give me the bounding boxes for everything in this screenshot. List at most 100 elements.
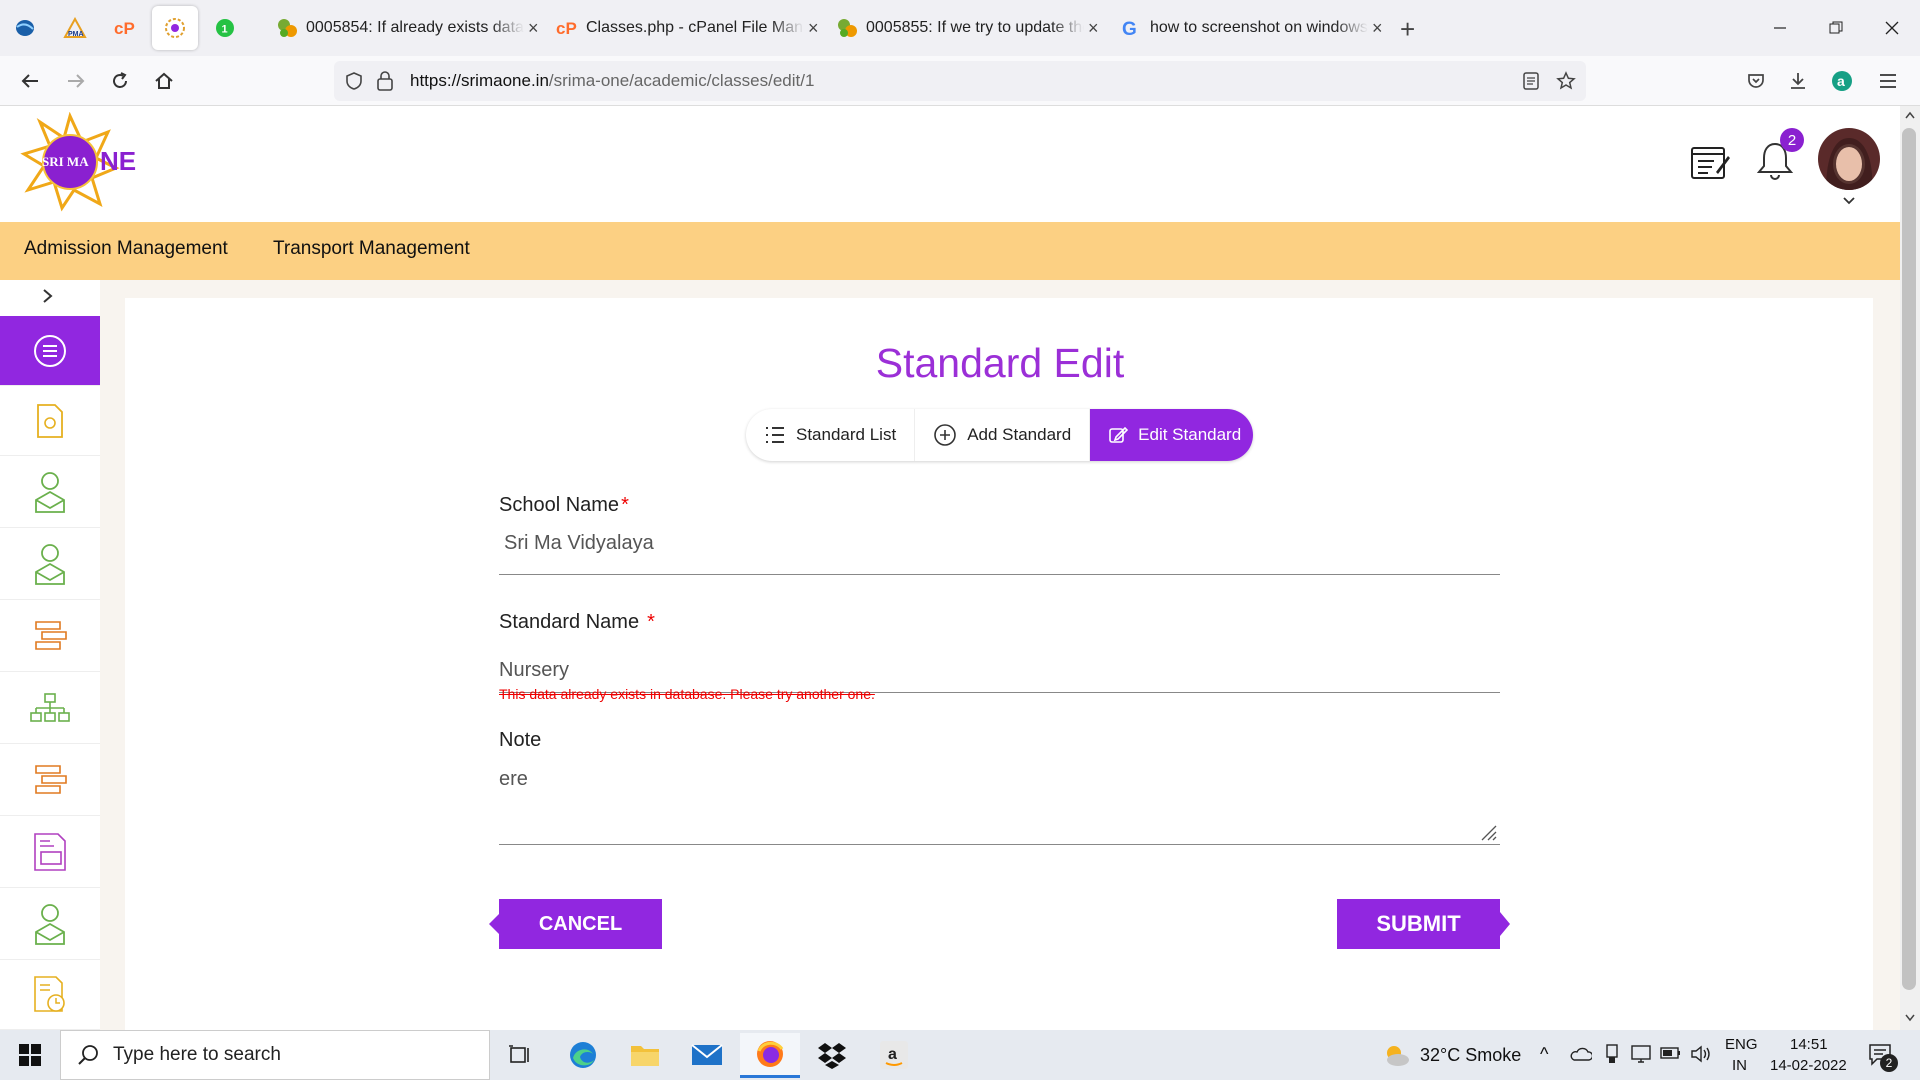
mail-icon[interactable]: [677, 1035, 737, 1075]
back-arrow-icon[interactable]: [14, 65, 46, 97]
firefox-icon[interactable]: [740, 1033, 800, 1078]
edge-icon[interactable]: [553, 1035, 613, 1075]
task-view-icon[interactable]: [490, 1035, 550, 1075]
pinned-tab-whatsapp[interactable]: 1: [202, 6, 248, 50]
pinned-tab-cpanel[interactable]: cP: [102, 6, 148, 50]
account-extension-icon[interactable]: a: [1826, 65, 1858, 97]
menu-transport-management[interactable]: Transport Management: [273, 238, 470, 260]
tab-label: Add Standard: [967, 425, 1072, 444]
school-name-field[interactable]: Sri Ma Vidyalaya: [504, 532, 654, 555]
menu-admission-management[interactable]: Admission Management: [24, 238, 228, 260]
onedrive-icon[interactable]: [1570, 1046, 1592, 1062]
scroll-up-icon[interactable]: [1905, 111, 1915, 119]
google-icon: G: [1122, 19, 1137, 39]
close-tab-icon[interactable]: ×: [528, 18, 544, 39]
reload-icon[interactable]: [104, 65, 136, 97]
bookmark-star-icon[interactable]: [1556, 71, 1576, 91]
scroll-down-icon[interactable]: [1905, 1014, 1915, 1022]
restore-icon[interactable]: [1808, 10, 1864, 46]
sidebar-item-staff[interactable]: [0, 888, 100, 960]
scrollbar-thumb[interactable]: [1902, 128, 1916, 990]
avatar-image: [1818, 128, 1880, 190]
required-marker: *: [647, 611, 655, 633]
taskbar-search-box[interactable]: Type here to search: [60, 1030, 490, 1080]
minimize-icon[interactable]: [1752, 10, 1808, 46]
main-menu-bar: Admission Management Transport Managemen…: [0, 222, 1900, 280]
tab-title: 0005854: If already exists data i: [306, 19, 524, 36]
pinned-tab-phpmyadmin[interactable]: PMA: [52, 6, 98, 50]
forward-arrow-icon[interactable]: [60, 65, 92, 97]
pocket-icon[interactable]: [1740, 65, 1772, 97]
cpanel-icon: cP: [114, 19, 135, 38]
pinned-tab-generic[interactable]: [2, 6, 48, 50]
browser-tab[interactable]: 0005855: If we try to update the ×: [836, 8, 1104, 48]
school-name-label: School Name *: [499, 494, 629, 517]
note-textarea[interactable]: ere: [499, 768, 528, 791]
tab-standard-list[interactable]: Standard List: [746, 409, 916, 461]
sidebar-item-teacher[interactable]: [0, 456, 100, 528]
volume-icon[interactable]: [1690, 1044, 1712, 1064]
notepad-icon[interactable]: [1690, 142, 1730, 182]
list-boxes-icon: [35, 764, 67, 794]
network-icon[interactable]: [1630, 1042, 1652, 1064]
home-icon[interactable]: [148, 65, 180, 97]
page-scrollbar[interactable]: [1900, 106, 1920, 1030]
tab-label: Standard List: [796, 425, 897, 444]
whatsapp-icon: 1: [216, 19, 234, 37]
sidebar-item-document[interactable]: [0, 386, 100, 456]
tab-add-standard[interactable]: Add Standard: [915, 409, 1091, 461]
amazon-icon[interactable]: a: [864, 1035, 924, 1075]
action-center-badge: 2: [1880, 1054, 1898, 1072]
browser-tab[interactable]: cP Classes.php - cPanel File Manag ×: [556, 8, 824, 48]
language-code[interactable]: ENG: [1725, 1036, 1758, 1053]
browser-tab[interactable]: 0005854: If already exists data i ×: [276, 8, 544, 48]
file-explorer-icon[interactable]: [615, 1035, 675, 1075]
student-icon: [35, 543, 65, 585]
clock-time[interactable]: 14:51: [1790, 1036, 1828, 1053]
chevron-down-icon[interactable]: [1842, 196, 1856, 206]
sidebar-item-sections[interactable]: [0, 744, 100, 816]
sidebar-item-hierarchy[interactable]: [0, 672, 100, 744]
submit-button-notch: [1500, 912, 1510, 936]
dropbox-icon[interactable]: [802, 1035, 862, 1075]
duplicate-error-message: This data already exists in database. Pl…: [499, 686, 875, 702]
standard-name-field[interactable]: Nursery: [499, 659, 569, 682]
new-tab-icon[interactable]: +: [1400, 14, 1415, 45]
cancel-button[interactable]: CANCEL: [499, 899, 662, 949]
reader-view-icon[interactable]: [1522, 72, 1540, 90]
tab-edit-standard[interactable]: Edit Standard: [1090, 409, 1253, 461]
sidebar-expand-chevron-icon[interactable]: [42, 288, 54, 304]
close-tab-icon[interactable]: ×: [1372, 18, 1388, 39]
lock-icon[interactable]: [376, 70, 394, 92]
app-logo[interactable]: SRI MA NE: [18, 112, 138, 212]
standard-name-label: Standard Name *: [499, 611, 655, 634]
url-text[interactable]: https://srimaone.in/srima-one/academic/c…: [410, 71, 814, 91]
shield-icon[interactable]: [344, 71, 364, 91]
weather-icon[interactable]: [1382, 1042, 1410, 1068]
sidebar-item-student[interactable]: [0, 528, 100, 600]
pinned-tab-srimaone[interactable]: [152, 6, 198, 50]
tray-overflow-chevron-icon[interactable]: ^: [1540, 1044, 1548, 1065]
note-underline: [499, 844, 1500, 845]
close-tab-icon[interactable]: ×: [808, 18, 824, 39]
label-text: School Name: [499, 494, 620, 516]
search-icon: [78, 1045, 98, 1065]
battery-icon[interactable]: [1660, 1046, 1682, 1060]
user-avatar[interactable]: [1818, 128, 1880, 190]
download-icon[interactable]: [1782, 65, 1814, 97]
submit-button[interactable]: SUBMIT: [1337, 899, 1500, 949]
close-tab-icon[interactable]: ×: [1088, 18, 1104, 39]
windows-start-icon[interactable]: [0, 1035, 60, 1075]
close-window-icon[interactable]: [1864, 10, 1920, 46]
address-bar[interactable]: https://srimaone.in/srima-one/academic/c…: [334, 61, 1586, 101]
sidebar-item-classes[interactable]: [0, 600, 100, 672]
menu-hamburger-icon[interactable]: [1872, 65, 1904, 97]
usb-device-icon[interactable]: [1604, 1044, 1620, 1064]
sidebar-item-timetable[interactable]: [0, 960, 100, 1030]
sidebar-item-fees[interactable]: [0, 816, 100, 888]
resize-handle-icon[interactable]: [1480, 824, 1498, 842]
clock-date[interactable]: 14-02-2022: [1770, 1057, 1847, 1074]
browser-tab[interactable]: G how to screenshot on windows ×: [1120, 8, 1388, 48]
language-region[interactable]: IN: [1732, 1057, 1747, 1074]
weather-text[interactable]: 32°C Smoke: [1420, 1045, 1521, 1066]
